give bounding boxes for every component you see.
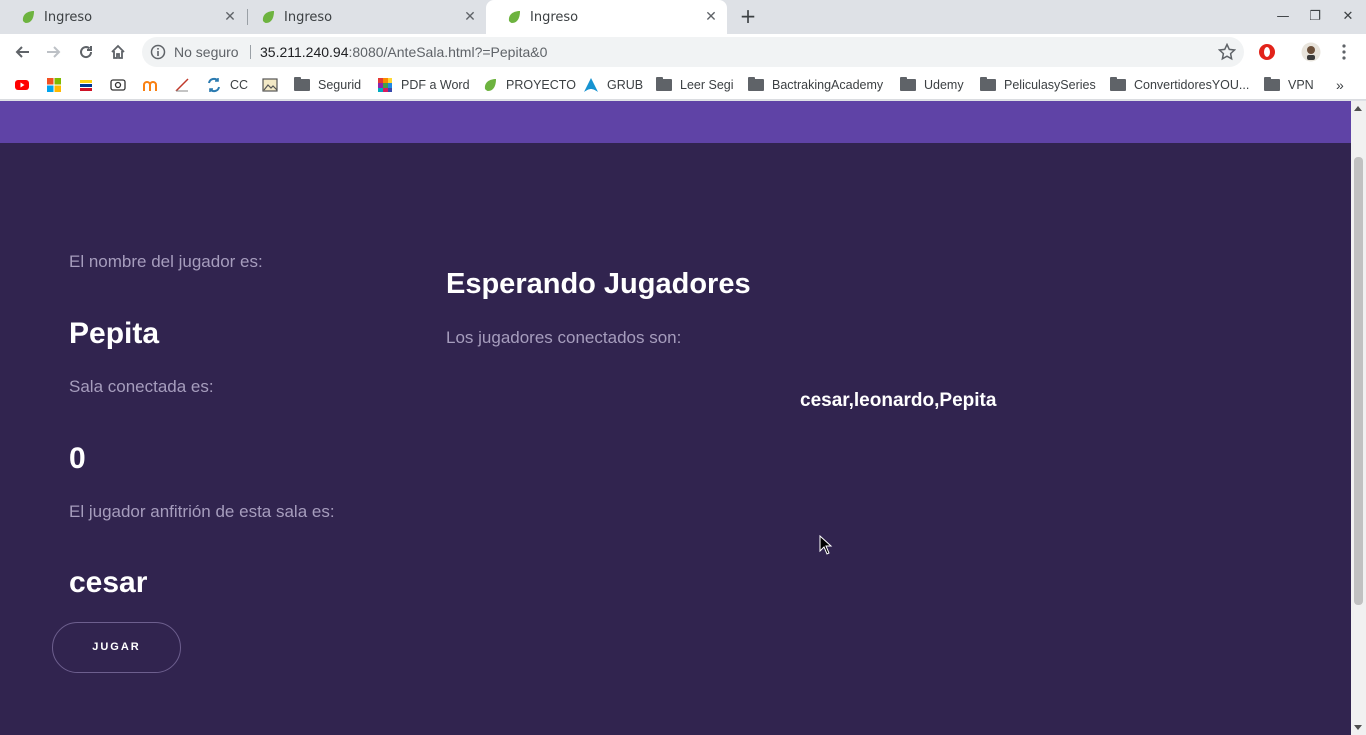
- bookmark-folder-vpn[interactable]: VPN: [1264, 70, 1314, 100]
- folder-icon: [1110, 77, 1126, 91]
- arch-icon: [584, 78, 598, 92]
- bookmark-image[interactable]: [262, 70, 278, 100]
- folder-icon: [980, 77, 996, 91]
- bookmark-label: Segurid: [318, 78, 362, 92]
- home-icon[interactable]: [106, 40, 130, 64]
- page-scrollbar[interactable]: [1351, 101, 1366, 735]
- player-name-label: El nombre del jugador es:: [69, 252, 263, 271]
- bookmark-label: CC: [230, 78, 249, 92]
- chart-icon: [175, 78, 189, 92]
- address-bar[interactable]: No seguro 35.211.240.94:8080/AnteSala.ht…: [142, 37, 1244, 67]
- bookmark-proyecto[interactable]: PROYECTO: [482, 70, 576, 100]
- scroll-up-arrow-icon[interactable]: [1354, 106, 1362, 111]
- header-band: [0, 101, 1351, 143]
- folder-icon: [748, 77, 764, 91]
- folder-icon: [900, 77, 916, 91]
- spring-leaf-icon: [22, 11, 34, 23]
- bookmark-folder-udemy[interactable]: Udemy: [900, 70, 964, 100]
- bookmarks-bar: CC Segurid PDF a Word PROYECTO GRUB Leer…: [0, 70, 1366, 100]
- tab-1[interactable]: Ingreso ✕: [0, 0, 246, 34]
- bookmark-grub[interactable]: GRUB: [583, 70, 643, 100]
- tab-strip: Ingreso ✕ Ingreso ✕ Ingreso ✕ + — ❐ ✕: [0, 0, 1366, 34]
- bookmark-folder-convertidores[interactable]: ConvertidoresYOU...: [1110, 70, 1249, 100]
- folder-icon: [656, 77, 672, 91]
- bookmark-cc[interactable]: CC: [206, 70, 248, 100]
- profile-avatar[interactable]: [1299, 40, 1323, 64]
- forward-arrow-icon[interactable]: [42, 40, 66, 64]
- room-id-value: 0: [69, 442, 86, 475]
- colorful-grid-icon: [378, 78, 392, 92]
- bookmark-label: Leer Segi: [680, 78, 734, 92]
- tab-3-active[interactable]: Ingreso ✕: [486, 0, 727, 34]
- url-path: :8080/AnteSala.html?=Pepita&0: [348, 44, 548, 60]
- moodle-icon: [143, 80, 157, 91]
- folder-icon: [294, 77, 310, 91]
- opera-extension-icon[interactable]: [1255, 40, 1279, 64]
- address-divider: [250, 45, 251, 59]
- bookmark-label: PeliculasySeries: [1004, 78, 1096, 92]
- bookmark-pdf-a-word[interactable]: PDF a Word: [377, 70, 470, 100]
- restore-icon[interactable]: ❐: [1303, 6, 1327, 28]
- scrollbar-thumb[interactable]: [1354, 157, 1363, 605]
- bookmark-folder-segurid[interactable]: Segurid: [294, 70, 361, 100]
- bookmark-label: PROYECTO: [506, 78, 576, 92]
- youtube-icon: [15, 80, 29, 90]
- window-close-icon[interactable]: ✕: [1336, 6, 1360, 28]
- security-label: No seguro: [174, 44, 239, 60]
- spring-leaf-icon: [262, 11, 274, 23]
- bank-icon: [80, 80, 92, 91]
- tab-close-icon[interactable]: ✕: [222, 9, 238, 25]
- player-name-value: Pepita: [69, 317, 160, 350]
- leaf-icon: [484, 79, 496, 91]
- scroll-down-arrow-icon[interactable]: [1354, 725, 1362, 730]
- bookmark-bank[interactable]: [78, 70, 94, 100]
- bookmark-star-icon[interactable]: [1218, 43, 1236, 61]
- connected-players-list: cesar,leonardo,Pepita: [800, 390, 997, 411]
- bookmark-folder-bactraking[interactable]: BactrakingAcademy: [748, 70, 883, 100]
- url-text[interactable]: 35.211.240.94:8080/AnteSala.html?=Pepita…: [260, 37, 547, 67]
- bookmark-folder-peliculas[interactable]: PeliculasySeries: [980, 70, 1096, 100]
- reload-icon[interactable]: [74, 40, 98, 64]
- host-name-value: cesar: [69, 566, 148, 599]
- tab-title: Ingreso: [530, 9, 579, 25]
- connected-players-label: Los jugadores conectados son:: [446, 328, 682, 347]
- tab-title: Ingreso: [44, 9, 93, 25]
- sync-icon: [208, 77, 220, 93]
- room-label: Sala conectada es:: [69, 377, 214, 396]
- bookmark-folder-leer-segi[interactable]: Leer Segi: [656, 70, 734, 100]
- bookmarks-overflow-icon[interactable]: »: [1336, 70, 1344, 100]
- page-content: El nombre del jugador es: Pepita Sala co…: [0, 101, 1351, 735]
- bookmark-label: GRUB: [607, 78, 644, 92]
- bookmark-youtube[interactable]: [14, 70, 30, 100]
- cd-icon: [110, 79, 126, 91]
- menu-kebab-icon[interactable]: [1332, 40, 1356, 64]
- spring-leaf-icon: [508, 11, 520, 23]
- host-label: El jugador anfitrión de esta sala es:: [69, 502, 335, 521]
- back-arrow-icon[interactable]: [10, 40, 34, 64]
- bookmark-chart[interactable]: [174, 70, 190, 100]
- bookmark-microsoft[interactable]: [46, 70, 62, 100]
- folder-icon: [1264, 77, 1280, 91]
- waiting-title: Esperando Jugadores: [446, 268, 751, 300]
- url-host: 35.211.240.94: [260, 44, 349, 60]
- bookmark-cd[interactable]: [110, 70, 126, 100]
- bookmark-label: Udemy: [924, 78, 964, 92]
- browser-toolbar: No seguro 35.211.240.94:8080/AnteSala.ht…: [0, 34, 1366, 70]
- tab-close-icon[interactable]: ✕: [462, 9, 478, 25]
- new-tab-plus-icon[interactable]: +: [737, 6, 759, 28]
- mouse-cursor-icon: [819, 535, 833, 555]
- tab-close-icon[interactable]: ✕: [703, 9, 719, 25]
- microsoft-icon: [47, 78, 61, 92]
- info-icon[interactable]: [150, 44, 166, 60]
- tab-2[interactable]: Ingreso ✕: [240, 0, 486, 34]
- bookmark-label: ConvertidoresYOU...: [1134, 78, 1250, 92]
- bookmark-label: VPN: [1288, 78, 1314, 92]
- bookmark-label: BactrakingAcademy: [772, 78, 884, 92]
- play-button[interactable]: JUGAR: [52, 622, 181, 673]
- image-icon: [262, 78, 278, 92]
- bookmark-moodle[interactable]: [142, 70, 158, 100]
- tab-title: Ingreso: [284, 9, 333, 25]
- bookmark-label: PDF a Word: [401, 78, 470, 92]
- minimize-icon[interactable]: —: [1271, 6, 1295, 28]
